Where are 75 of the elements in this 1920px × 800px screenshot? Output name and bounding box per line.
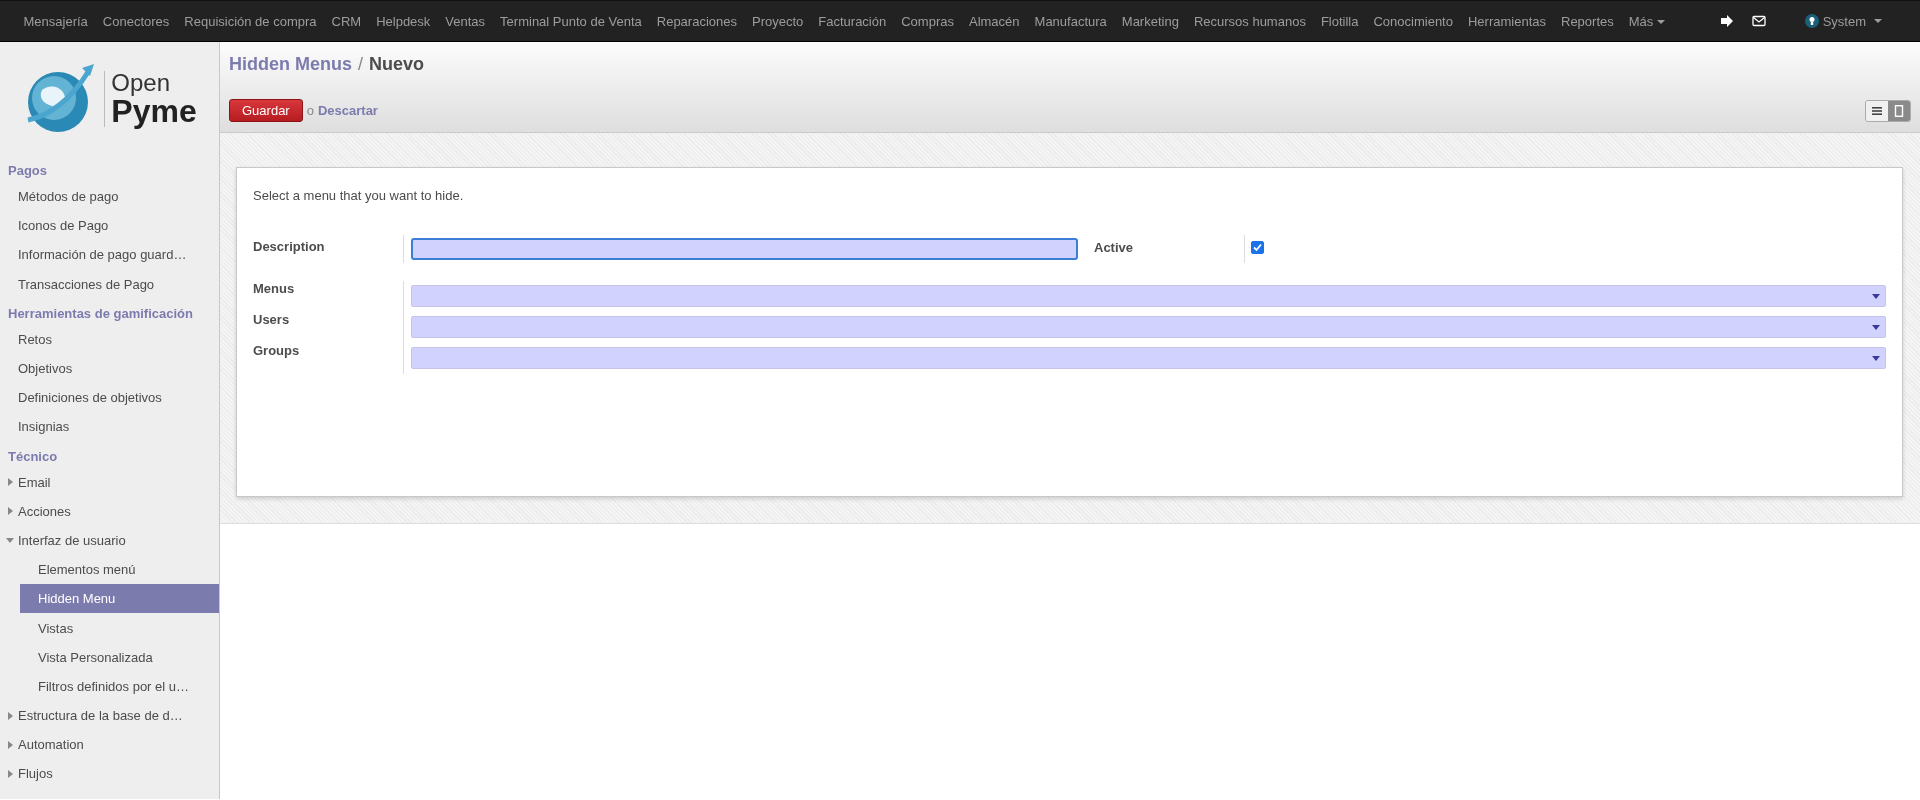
dropdown-field[interactable]: [411, 285, 1886, 307]
top-menu-item[interactable]: Manufactura: [1027, 13, 1115, 29]
sidebar-section-title: Pagos: [7, 162, 48, 180]
field-label: Description: [253, 238, 326, 254]
caret-right-icon: [6, 740, 14, 749]
more-menu[interactable]: Más: [1621, 13, 1673, 29]
field-label: Users: [253, 312, 291, 327]
sidebar-item[interactable]: Elementos menú: [20, 555, 219, 585]
caret-right-icon: [6, 711, 14, 720]
top-menu-item[interactable]: Marketing: [1114, 13, 1187, 29]
dropdown-field[interactable]: [411, 316, 1886, 338]
top-menu-item[interactable]: Flotilla: [1313, 13, 1366, 29]
logout-icon[interactable]: [1719, 14, 1734, 28]
sidebar-item[interactable]: Acciones: [0, 496, 219, 526]
breadcrumb-separator: /: [358, 54, 364, 75]
top-menu-item[interactable]: CRM: [324, 13, 369, 29]
sidebar-item[interactable]: Filtros definidos por el u…: [20, 671, 219, 701]
intro-text: Select a menu that you want to hide.: [253, 188, 465, 203]
sidebar-item[interactable]: Estructura de la base de d…: [0, 701, 219, 731]
sidebar-item[interactable]: Email: [0, 467, 219, 497]
top-menu-item[interactable]: Herramientas: [1460, 13, 1554, 29]
sidebar-item[interactable]: Retos: [0, 324, 219, 354]
list-view-icon: [1872, 106, 1882, 115]
sidebar-item[interactable]: Métodos de pago: [0, 182, 219, 212]
sidebar-item[interactable]: Vistas: [20, 613, 219, 643]
top-menu-item[interactable]: Terminal Punto de Venta: [492, 13, 650, 29]
field-label: Groups: [253, 343, 301, 358]
top-menu-item[interactable]: Recursos humanos: [1186, 13, 1314, 29]
top-menu-item[interactable]: Conectores: [95, 13, 177, 29]
caret-right-icon: [6, 769, 14, 778]
logo-text: Pyme: [111, 95, 197, 127]
top-menu-item[interactable]: Reportes: [1553, 13, 1622, 29]
field-label: Active: [1093, 239, 1135, 255]
top-menu-item[interactable]: Facturación: [810, 13, 894, 29]
dropdown-field[interactable]: [411, 347, 1886, 369]
breadcrumb-link[interactable]: Hidden Menus: [229, 54, 352, 75]
top-menu-item[interactable]: Helpdesk: [368, 13, 438, 29]
top-menu-item[interactable]: Mensajería: [16, 13, 96, 29]
sidebar-item[interactable]: Información de pago guard…: [0, 240, 219, 270]
top-menu-item[interactable]: Reparaciones: [649, 13, 745, 29]
sidebar-section-title: Técnico: [7, 447, 59, 466]
sidebar-item[interactable]: Hidden Menu: [20, 584, 219, 614]
top-menu-item[interactable]: Almacén: [961, 13, 1028, 29]
sidebar-section-title: Herramientas de gamificación: [7, 304, 194, 323]
top-menu-item[interactable]: Requisición de compra: [176, 13, 325, 29]
user-menu[interactable]: System: [1804, 13, 1882, 29]
sidebar-item[interactable]: Iconos de Pago: [0, 211, 219, 241]
envelope-icon[interactable]: [1751, 14, 1766, 28]
or-text: o: [306, 103, 314, 118]
view-switch-button[interactable]: [1866, 100, 1888, 121]
logo-text: Open: [111, 71, 171, 95]
save-button[interactable]: Guardar: [229, 99, 303, 122]
view-switch-button[interactable]: [1888, 100, 1910, 121]
sidebar-item[interactable]: Interfaz de usuario: [0, 525, 219, 556]
discard-link[interactable]: Descartar: [317, 103, 378, 118]
sidebar-item[interactable]: Flujos: [0, 759, 219, 789]
sidebar-item[interactable]: Objetivos: [0, 353, 219, 384]
sidebar-item[interactable]: Vista Personalizada: [20, 642, 219, 672]
form-view-icon: [1894, 104, 1904, 117]
top-menu-item[interactable]: Proyecto: [744, 13, 811, 29]
avatar-icon: [1804, 14, 1819, 28]
caret-down-icon: [6, 536, 14, 545]
sidebar-item[interactable]: Automation: [0, 730, 219, 760]
sidebar-item[interactable]: Definiciones de objetivos: [0, 383, 219, 413]
caret-right-icon: [6, 478, 14, 487]
sidebar-item[interactable]: Transacciones de Pago: [0, 269, 219, 299]
caret-right-icon: [6, 507, 14, 516]
active-checkbox[interactable]: [1251, 241, 1264, 254]
field-label: Menus: [253, 281, 296, 296]
top-menu-item[interactable]: Compras: [893, 13, 962, 29]
top-menu-item[interactable]: Ventas: [437, 13, 493, 29]
sidebar-item[interactable]: Insignias: [0, 412, 219, 442]
description-input[interactable]: [411, 238, 1078, 260]
top-menu-item[interactable]: Conocimiento: [1365, 13, 1461, 29]
breadcrumb-current: Nuevo: [369, 54, 425, 75]
